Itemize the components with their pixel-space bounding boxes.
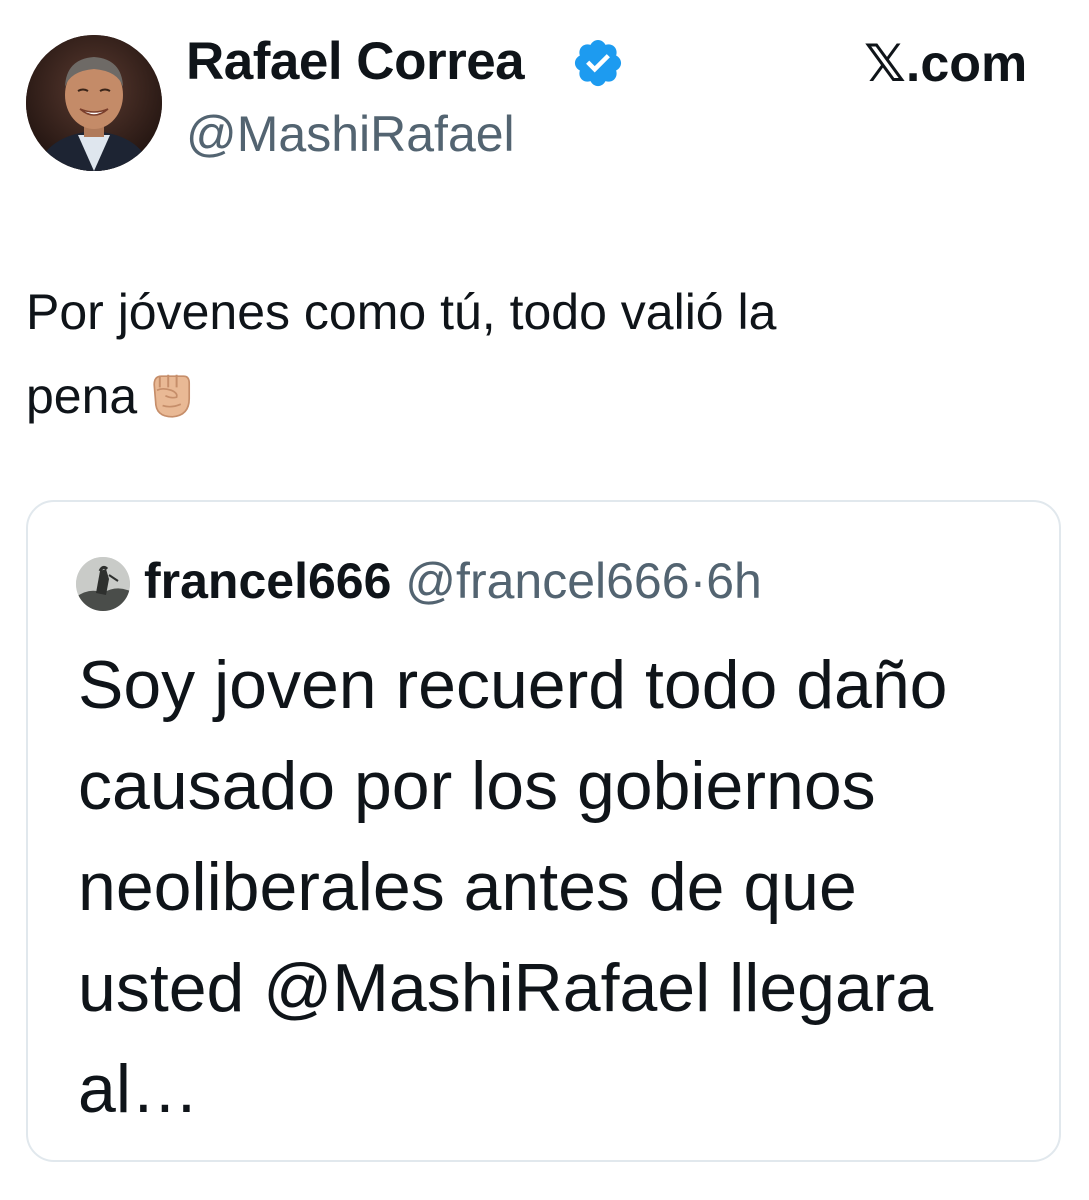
header-separator: · bbox=[689, 553, 707, 609]
verified-badge-icon bbox=[574, 39, 622, 87]
quoted-author-handle[interactable]: @francel666 bbox=[405, 553, 689, 609]
site-label: 𝕏.com bbox=[864, 35, 1028, 93]
quoted-author-avatar[interactable] bbox=[76, 557, 130, 611]
profile-photo bbox=[26, 35, 162, 171]
quoted-tweet-card[interactable]: francel666 @francel666·6h Soy joven recu… bbox=[26, 500, 1061, 1162]
tweet-text-line1: Por jóvenes como tú, todo valió la bbox=[26, 284, 777, 340]
author-display-name[interactable]: Rafael Correa bbox=[186, 30, 525, 94]
author-avatar[interactable] bbox=[26, 35, 162, 171]
quoted-profile-photo bbox=[76, 557, 130, 611]
quoted-tweet-text: Soy joven recuerd todo daño causado por … bbox=[78, 647, 948, 1127]
tweet-text-line2: pena bbox=[26, 368, 138, 424]
quoted-tweet-header: francel666 @francel666·6h bbox=[144, 550, 762, 612]
author-handle[interactable]: @MashiRafael bbox=[186, 104, 515, 164]
tweet-text: Por jóvenes como tú, todo valió la pena bbox=[26, 270, 1036, 438]
quoted-tweet-time[interactable]: 6h bbox=[706, 553, 762, 609]
raised-fist-icon bbox=[153, 374, 191, 418]
quoted-author-name[interactable]: francel666 bbox=[144, 553, 391, 609]
